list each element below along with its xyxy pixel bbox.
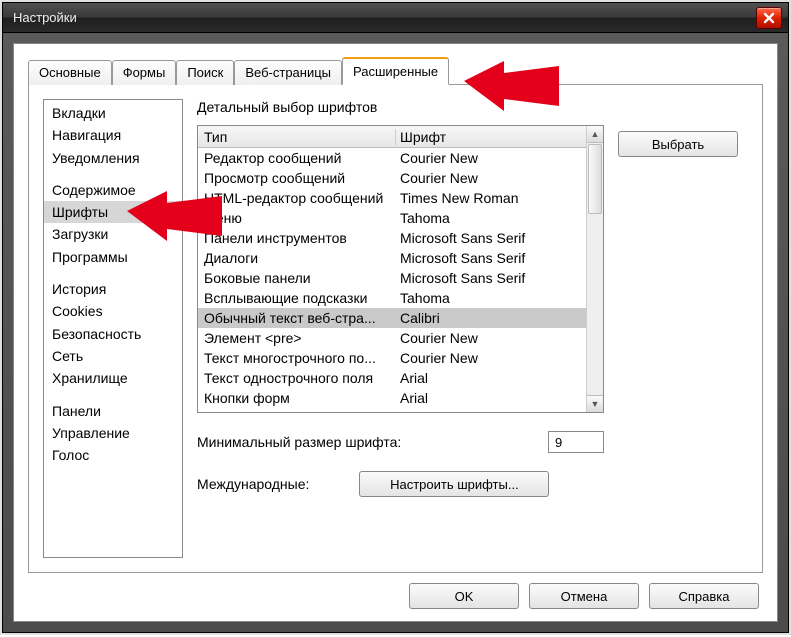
cell-font: Courier New — [396, 330, 586, 346]
tab-forms[interactable]: Формы — [112, 60, 177, 85]
settings-window: Настройки Основные Формы Поиск Веб-стран… — [2, 2, 789, 633]
cell-font: Times New Roman — [396, 190, 586, 206]
table-row[interactable]: Элемент <pre>Courier New — [198, 328, 586, 348]
window-title: Настройки — [13, 10, 756, 25]
cell-type: Диалоги — [198, 250, 396, 266]
scroll-up-button[interactable]: ▲ — [587, 126, 603, 143]
cell-type: Всплывающие подсказки — [198, 290, 396, 306]
table-row[interactable]: Просмотр сообщенийCourier New — [198, 168, 586, 188]
cell-font: Courier New — [396, 350, 586, 366]
cell-font: Courier New — [396, 170, 586, 186]
sidebar-item[interactable]: Загрузки — [44, 223, 182, 245]
cell-type: Панели инструментов — [198, 230, 396, 246]
cell-type: Боковые панели — [198, 270, 396, 286]
table-row[interactable]: МенюTahoma — [198, 208, 586, 228]
help-button[interactable]: Справка — [649, 583, 759, 609]
table-row[interactable]: Обычный текст веб-стра...Calibri — [198, 308, 586, 328]
sidebar-item[interactable]: Навигация — [44, 124, 182, 146]
table-row[interactable]: Текст однострочного поляArial — [198, 368, 586, 388]
cell-font: Courier New — [396, 150, 586, 166]
close-icon — [762, 11, 776, 25]
sidebar-item[interactable]: Cookies — [44, 300, 182, 322]
table-row[interactable]: Кнопки формArial — [198, 388, 586, 408]
cell-type: Меню — [198, 210, 396, 226]
ok-button[interactable]: OK — [409, 583, 519, 609]
cell-font: Arial — [396, 370, 586, 386]
cell-font: Microsoft Sans Serif — [396, 250, 586, 266]
dialog-button-bar: OK Отмена Справка — [28, 573, 763, 611]
fonts-table-header: Тип Шрифт — [198, 126, 586, 148]
category-sidebar: ВкладкиНавигацияУведомления СодержимоеШри… — [43, 99, 183, 558]
cell-type: Кнопки форм — [198, 390, 396, 406]
main-column: Детальный выбор шрифтов Тип Шрифт Редакт… — [197, 99, 748, 558]
center-column: Детальный выбор шрифтов Тип Шрифт Редакт… — [197, 99, 604, 558]
table-row[interactable]: HTML-редактор сообщенийTimes New Roman — [198, 188, 586, 208]
fonts-grid: Тип Шрифт Редактор сообщенийCourier NewП… — [197, 125, 604, 413]
cell-font: Microsoft Sans Serif — [396, 270, 586, 286]
sidebar-item[interactable]: Содержимое — [44, 179, 182, 201]
sidebar-item[interactable]: Безопасность — [44, 323, 182, 345]
window-body: Основные Формы Поиск Веб-страницы Расшир… — [3, 33, 788, 632]
table-row[interactable]: Боковые панелиMicrosoft Sans Serif — [198, 268, 586, 288]
scroll-track[interactable] — [587, 215, 603, 395]
sidebar-item[interactable]: История — [44, 278, 182, 300]
table-row[interactable]: Текст многострочного по...Courier New — [198, 348, 586, 368]
col-header-font[interactable]: Шрифт — [396, 129, 586, 145]
min-font-size-label: Минимальный размер шрифта: — [197, 434, 401, 450]
cell-type: Просмотр сообщений — [198, 170, 396, 186]
choose-font-button[interactable]: Выбрать — [618, 131, 738, 157]
tab-advanced[interactable]: Расширенные — [342, 57, 449, 85]
table-row[interactable]: Панели инструментовMicrosoft Sans Serif — [198, 228, 586, 248]
cell-type: Текст многострочного по... — [198, 350, 396, 366]
tabstrip: Основные Формы Поиск Веб-страницы Расшир… — [28, 58, 763, 84]
fonts-heading: Детальный выбор шрифтов — [197, 99, 604, 115]
scroll-thumb[interactable] — [588, 144, 602, 214]
right-column: Выбрать — [618, 99, 748, 558]
sidebar-item[interactable]: Сеть — [44, 345, 182, 367]
intl-row: Международные: Настроить шрифты... — [197, 471, 604, 497]
configure-intl-fonts-button[interactable]: Настроить шрифты... — [359, 471, 549, 497]
cell-type: Элемент <pre> — [198, 330, 396, 346]
table-row[interactable]: ДиалогиMicrosoft Sans Serif — [198, 248, 586, 268]
cell-type: Редактор сообщений — [198, 150, 396, 166]
tab-basic[interactable]: Основные — [28, 60, 112, 85]
content-panel: Основные Формы Поиск Веб-страницы Расшир… — [13, 43, 778, 622]
cell-font: Tahoma — [396, 210, 586, 226]
sidebar-item[interactable]: Управление — [44, 422, 182, 444]
sidebar-item[interactable]: Хранилище — [44, 367, 182, 389]
sidebar-item[interactable]: Голос — [44, 444, 182, 466]
cell-font: Microsoft Sans Serif — [396, 230, 586, 246]
tab-page-advanced: ВкладкиНавигацияУведомленияСодержимоеШри… — [28, 84, 763, 573]
table-row[interactable]: Всплывающие подсказкиTahoma — [198, 288, 586, 308]
cell-type: Обычный текст веб-стра... — [198, 310, 396, 326]
scrollbar[interactable]: ▲ ▼ — [586, 126, 603, 412]
cell-font: Tahoma — [396, 290, 586, 306]
table-row[interactable]: Редактор сообщенийCourier New — [198, 148, 586, 168]
fonts-table: Тип Шрифт Редактор сообщенийCourier NewП… — [198, 126, 586, 412]
close-button[interactable] — [756, 7, 782, 29]
cell-type: Текст однострочного поля — [198, 370, 396, 386]
cancel-button[interactable]: Отмена — [529, 583, 639, 609]
sidebar-item[interactable]: Программы — [44, 246, 182, 268]
sidebar-item[interactable]: Уведомления — [44, 147, 182, 169]
cell-font: Calibri — [396, 310, 586, 326]
sidebar-item[interactable]: Шрифты — [44, 201, 182, 223]
intl-label: Международные: — [197, 476, 309, 492]
tab-search[interactable]: Поиск — [176, 60, 234, 85]
sidebar-item[interactable]: Панели — [44, 400, 182, 422]
sidebar-item[interactable]: Вкладки — [44, 102, 182, 124]
cell-font: Arial — [396, 390, 586, 406]
fonts-table-rows: Редактор сообщенийCourier NewПросмотр со… — [198, 148, 586, 408]
min-font-size-row: Минимальный размер шрифта: — [197, 431, 604, 453]
scroll-down-button[interactable]: ▼ — [587, 395, 603, 412]
tab-webpages[interactable]: Веб-страницы — [234, 60, 342, 85]
min-font-size-input[interactable] — [548, 431, 604, 453]
col-header-type[interactable]: Тип — [198, 129, 396, 145]
cell-type: HTML-редактор сообщений — [198, 190, 396, 206]
titlebar: Настройки — [3, 3, 788, 33]
